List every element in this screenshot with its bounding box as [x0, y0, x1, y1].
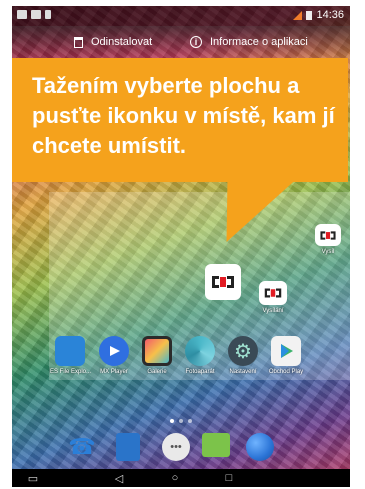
status-time: 14:36	[316, 9, 344, 21]
app-label: Fotoaparát	[185, 369, 215, 375]
instruction-callout: Tažením vyberte plochu a pusťte ikonku v…	[12, 58, 348, 182]
app-mx-player[interactable]: MX Player	[94, 336, 134, 375]
ct-logo-icon	[205, 264, 241, 300]
screenshot-icon: ▭	[27, 472, 39, 485]
signal-icon	[293, 10, 303, 20]
app-label: ES File Explo...	[50, 369, 92, 375]
app-label: Vysílání	[262, 308, 284, 314]
app-label: Vysíl	[321, 249, 335, 255]
dock-phone[interactable]: ☎	[68, 433, 96, 461]
recents-button[interactable]: □	[222, 471, 236, 485]
apps-grid-icon: •••	[162, 433, 190, 461]
home-button[interactable]: ○	[168, 471, 182, 485]
app-label: MX Player	[100, 369, 128, 375]
dock-apps-drawer[interactable]: •••	[162, 433, 190, 461]
next-home-screen-page[interactable]	[308, 192, 350, 380]
globe-icon	[246, 433, 274, 461]
page-dot	[179, 419, 183, 423]
callout-text: Tažením vyberte plochu a pusťte ikonku v…	[32, 73, 335, 158]
play-store-icon	[271, 336, 301, 366]
battery-icon	[306, 10, 313, 20]
app-play-store[interactable]: Obchod Play	[266, 336, 306, 375]
phone-icon: ☎	[68, 434, 96, 459]
uninstall-drop-target[interactable]: Odinstalovat	[74, 36, 152, 48]
notification-icon	[17, 10, 27, 19]
dock-browser[interactable]	[246, 433, 274, 461]
drop-target-bar: Odinstalovat i Informace o aplikaci	[12, 26, 350, 60]
app-info-label: Informace o aplikaci	[210, 36, 308, 48]
dragged-app-icon[interactable]	[205, 264, 241, 300]
gallery-icon	[142, 336, 172, 366]
folder-icon	[55, 336, 85, 366]
app-es-file-explorer[interactable]: ES File Explo...	[50, 336, 92, 375]
page-dot	[188, 419, 192, 423]
app-label: Galerie	[147, 369, 167, 375]
page-dot	[170, 419, 174, 423]
trash-icon	[74, 36, 83, 48]
dock-contacts[interactable]	[116, 433, 140, 461]
ct-app-shortcut[interactable]: Vysílání	[253, 281, 293, 314]
dock: ☎ •••	[12, 431, 350, 467]
info-icon: i	[190, 36, 202, 48]
navigation-bar: ▭ ◁ ○ □	[12, 469, 350, 487]
gear-icon: ⚙	[228, 336, 258, 366]
back-button[interactable]: ◁	[112, 471, 126, 485]
contacts-icon	[116, 433, 140, 461]
page-indicator	[170, 419, 192, 423]
dock-messaging[interactable]	[202, 433, 230, 457]
play-icon	[99, 336, 129, 366]
app-label: Nastavení	[229, 369, 257, 375]
camera-icon	[185, 336, 215, 366]
ct-app-shortcut-next-page[interactable]: Vysíl	[308, 224, 348, 255]
uninstall-label: Odinstalovat	[91, 36, 153, 48]
app-gallery[interactable]: Galerie	[137, 336, 177, 375]
notification-icon	[31, 10, 41, 19]
message-icon	[202, 433, 230, 457]
app-settings[interactable]: ⚙ Nastavení	[223, 336, 263, 375]
app-info-drop-target[interactable]: i Informace o aplikaci	[190, 36, 308, 48]
app-camera[interactable]: Fotoaparát	[180, 336, 220, 375]
app-label: Obchod Play	[268, 369, 304, 375]
status-bar: 14:36	[12, 6, 350, 26]
ct-logo-icon	[315, 224, 341, 246]
location-icon	[45, 10, 51, 19]
ct-logo-icon	[259, 281, 287, 305]
